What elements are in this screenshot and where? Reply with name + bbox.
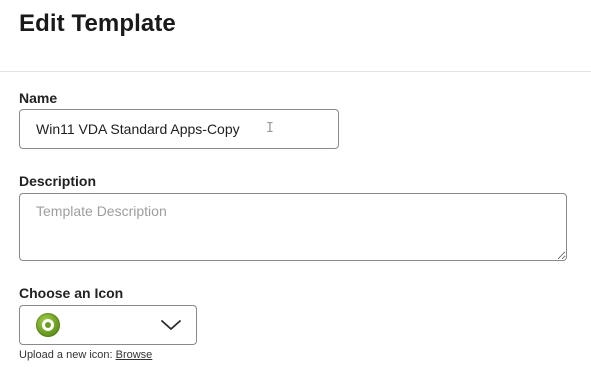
chevron-down-icon <box>161 320 181 330</box>
upload-icon-text: Upload a new icon: <box>19 349 116 361</box>
header: Edit Template <box>0 0 591 72</box>
description-textarea[interactable] <box>19 193 567 261</box>
upload-icon-row: Upload a new icon: Browse <box>19 349 152 361</box>
green-disc-icon <box>36 313 60 337</box>
description-label: Description <box>19 173 97 189</box>
choose-icon-label: Choose an Icon <box>19 285 124 301</box>
name-input[interactable] <box>19 109 339 149</box>
name-label: Name <box>19 90 58 106</box>
icon-dropdown[interactable] <box>19 305 197 345</box>
browse-link[interactable]: Browse <box>116 349 153 361</box>
page-title: Edit Template <box>19 10 176 37</box>
edit-template-page: Edit Template Name I Description Choose … <box>0 0 591 374</box>
